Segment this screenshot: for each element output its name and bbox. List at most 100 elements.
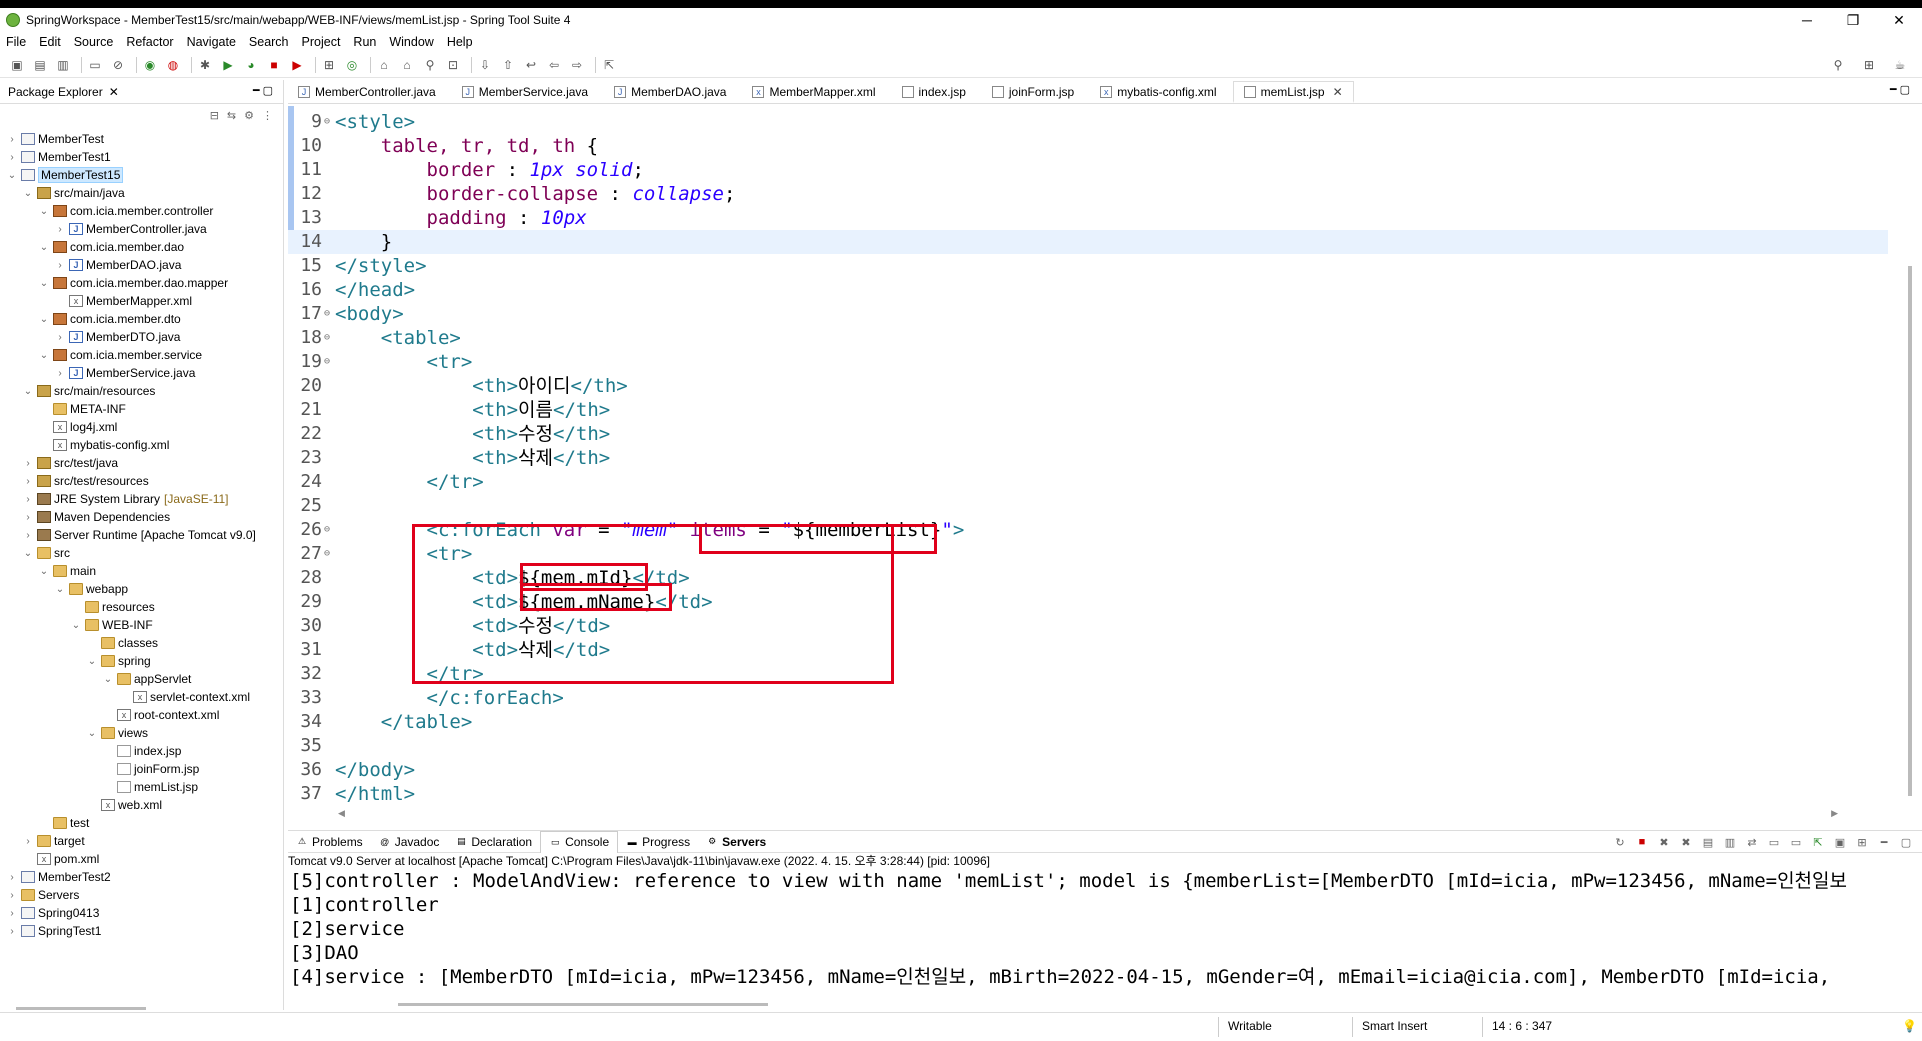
menu-run[interactable]: Run (353, 35, 376, 49)
spring-icon[interactable]: ◍ (164, 56, 182, 74)
tree-item[interactable]: ⌄ spring (0, 652, 283, 670)
code-line[interactable]: 25 (288, 494, 1888, 518)
new-class-icon[interactable]: ◎ (343, 56, 361, 74)
code-line[interactable]: 12 border-collapse : collapse; (288, 182, 1888, 206)
tree-item[interactable]: x servlet-context.xml (0, 688, 283, 706)
chevron-down-icon[interactable]: ⌄ (6, 170, 18, 181)
previous-annotation-icon[interactable]: ⇧ (499, 56, 517, 74)
editor-tab[interactable]: x MemberMapper.xml (742, 81, 885, 103)
chevron-right-icon[interactable]: › (22, 476, 34, 487)
search-icon[interactable]: ⚲ (1829, 56, 1847, 74)
chevron-right-icon[interactable]: › (6, 908, 18, 919)
maximize-icon[interactable]: ▢ (1898, 834, 1914, 850)
tree-item[interactable]: ⌄ main (0, 562, 283, 580)
java-perspective-icon[interactable]: ☕ (1891, 56, 1909, 74)
chevron-down-icon[interactable]: ⌄ (102, 674, 114, 685)
tree-item[interactable]: ⌄ MemberTest15 (0, 166, 283, 184)
bottom-tab[interactable]: ▭ Console (540, 830, 619, 853)
refresh-icon[interactable]: ↻ (1612, 834, 1628, 850)
chevron-right-icon[interactable]: › (6, 872, 18, 883)
menu-edit[interactable]: Edit (39, 35, 61, 49)
editor-tab[interactable]: J MemberDAO.java (604, 81, 736, 103)
chevron-right-icon[interactable]: › (22, 530, 34, 541)
terminal-icon[interactable]: ▭ (86, 56, 104, 74)
code-line[interactable]: 37 </html> (288, 782, 1888, 806)
chevron-down-icon[interactable]: ⌄ (38, 206, 50, 217)
tree-item[interactable]: › J MemberService.java (0, 364, 283, 382)
fold-toggle-icon[interactable]: ⊖ (324, 518, 334, 542)
minimize-icon[interactable]: ━ (1876, 834, 1892, 850)
external-tools-icon[interactable]: ▶ (288, 56, 306, 74)
fold-toggle-icon[interactable]: ⊖ (324, 110, 334, 134)
chevron-down-icon[interactable]: ⌄ (38, 278, 50, 289)
chevron-down-icon[interactable]: ⌄ (86, 728, 98, 739)
menu-help[interactable]: Help (447, 35, 473, 49)
minimize-button[interactable]: ─ (1784, 8, 1830, 32)
collapse-all-icon[interactable]: ⊟ (210, 109, 219, 122)
open-console-icon[interactable]: ⊞ (1854, 834, 1870, 850)
tree-item[interactable]: › J MemberDTO.java (0, 328, 283, 346)
tree-item[interactable]: classes (0, 634, 283, 652)
tree-item[interactable]: › Server Runtime [Apache Tomcat v9.0] (0, 526, 283, 544)
tree-item[interactable]: test (0, 814, 283, 832)
tree-item[interactable]: ⌄ src/main/java (0, 184, 283, 202)
code-line[interactable]: 20 <th>아이디</th> (288, 374, 1888, 398)
chevron-right-icon[interactable]: › (22, 458, 34, 469)
menu-navigate[interactable]: Navigate (187, 35, 236, 49)
editor-tab[interactable]: index.jsp (892, 81, 976, 103)
code-line[interactable]: 14 } (288, 230, 1888, 254)
tree-item[interactable]: x MemberMapper.xml (0, 292, 283, 310)
terminate-icon[interactable]: ■ (1634, 834, 1650, 850)
chevron-right-icon[interactable]: › (6, 134, 18, 145)
tree-item[interactable]: META-INF (0, 400, 283, 418)
tree-item[interactable]: x root-context.xml (0, 706, 283, 724)
fold-toggle-icon[interactable]: ⊖ (324, 326, 334, 350)
copy-icon[interactable]: ▤ (1700, 834, 1716, 850)
save-all-icon[interactable]: ▥ (54, 56, 72, 74)
code-line[interactable]: 16 </head> (288, 278, 1888, 302)
scroll-left-icon[interactable]: ◀ (338, 808, 345, 820)
last-edit-icon[interactable]: ↩ (522, 56, 540, 74)
code-line[interactable]: 33 </c:forEach> (288, 686, 1888, 710)
scroll-lock-icon[interactable]: ▥ (1722, 834, 1738, 850)
tree-item[interactable]: ⌄ appServlet (0, 670, 283, 688)
tree-item[interactable]: ⌄ views (0, 724, 283, 742)
view-controls[interactable]: ━ ▢ (253, 84, 273, 97)
code-line[interactable]: 24 </tr> (288, 470, 1888, 494)
debug-icon[interactable]: ✱ (196, 56, 214, 74)
code-line[interactable]: 13 padding : 10px (288, 206, 1888, 230)
menu-project[interactable]: Project (302, 35, 341, 49)
editor-controls[interactable]: ━ ▢ (1890, 83, 1910, 96)
code-editor[interactable]: 9 ⊖ <style> 10 table, tr, td, th {11 border… (288, 106, 1914, 824)
chevron-right-icon[interactable]: › (6, 890, 18, 901)
tree-item[interactable]: › SpringTest1 (0, 922, 283, 940)
menu-search[interactable]: Search (249, 35, 289, 49)
chevron-right-icon[interactable]: › (54, 368, 66, 379)
tree-item[interactable]: x web.xml (0, 796, 283, 814)
editor-tab[interactable]: J MemberService.java (452, 81, 598, 103)
chevron-right-icon[interactable]: › (22, 836, 34, 847)
pin-editor-icon[interactable]: ⇱ (600, 56, 618, 74)
tree-item[interactable]: index.jsp (0, 742, 283, 760)
new-icon[interactable]: ▣ (8, 56, 26, 74)
show-stderr-icon[interactable]: ▭ (1788, 834, 1804, 850)
tree-item[interactable]: x pom.xml (0, 850, 283, 868)
tree-item[interactable]: memList.jsp (0, 778, 283, 796)
remove-all-icon[interactable]: ✖ (1678, 834, 1694, 850)
chevron-right-icon[interactable]: › (6, 926, 18, 937)
skip-breakpoints-icon[interactable]: ⊘ (109, 56, 127, 74)
tree-item[interactable]: › target (0, 832, 283, 850)
chevron-down-icon[interactable]: ⌄ (22, 386, 34, 397)
tree-item[interactable]: ⌄ src (0, 544, 283, 562)
menu-refactor[interactable]: Refactor (126, 35, 173, 49)
chevron-right-icon[interactable]: › (54, 224, 66, 235)
remove-launch-icon[interactable]: ✖ (1656, 834, 1672, 850)
open-folder-icon[interactable]: ⊡ (444, 56, 462, 74)
editor-tab[interactable]: joinForm.jsp (982, 81, 1084, 103)
tree-item[interactable]: x mybatis-config.xml (0, 436, 283, 454)
chevron-down-icon[interactable]: ⌄ (38, 350, 50, 361)
tree-item[interactable]: ⌄ com.icia.member.dao.mapper (0, 274, 283, 292)
coverage-icon[interactable]: ◕ (242, 56, 260, 74)
code-line[interactable]: 11 border : 1px solid; (288, 158, 1888, 182)
tree-item[interactable]: ⌄ src/main/resources (0, 382, 283, 400)
